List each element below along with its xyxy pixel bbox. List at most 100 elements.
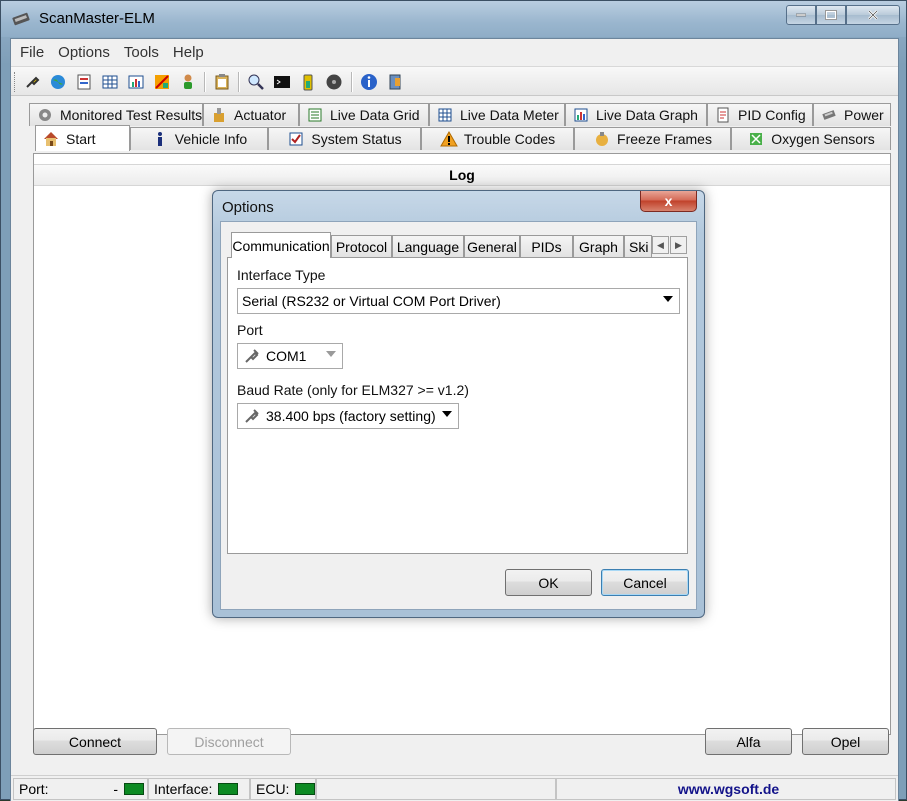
disconnect-button[interactable]: Disconnect xyxy=(167,728,291,755)
person-icon[interactable] xyxy=(177,71,199,93)
tab-label: Vehicle Info xyxy=(174,131,248,147)
website-link[interactable]: www.wgsoft.de xyxy=(678,781,779,797)
menu-options[interactable]: Options xyxy=(51,44,117,61)
dialog-tab-language[interactable]: Language xyxy=(392,235,464,257)
tab-label: Trouble Codes xyxy=(463,131,556,147)
tab-oxygen-sensors[interactable]: Oxygen Sensors xyxy=(731,127,891,150)
menu-file[interactable]: File xyxy=(11,44,51,61)
tab-label: Live Data Grid xyxy=(330,107,420,123)
opel-button[interactable]: Opel xyxy=(802,728,889,755)
tab-monitored-test-results[interactable]: Monitored Test Results xyxy=(29,103,203,126)
app-icon xyxy=(11,11,33,27)
snapshot-icon xyxy=(593,130,611,148)
cancel-button[interactable]: Cancel xyxy=(601,569,689,596)
status-ecu-label: ECU: xyxy=(256,781,290,797)
globe-icon[interactable] xyxy=(47,71,69,93)
options-dialog: Options x Communication Protocol Languag… xyxy=(212,190,705,618)
chart-icon[interactable] xyxy=(125,71,147,93)
dialog-tab-graph[interactable]: Graph xyxy=(573,235,624,257)
disc-icon[interactable] xyxy=(323,71,345,93)
toolbar-separator xyxy=(204,72,205,92)
baud-rate-label: Baud Rate (only for ELM327 >= v1.2) xyxy=(237,382,469,398)
info-icon xyxy=(151,130,169,148)
maximize-button[interactable] xyxy=(816,5,846,25)
communication-page: Interface Type Serial (RS232 or Virtual … xyxy=(227,257,688,554)
ecu-led xyxy=(295,783,315,795)
interface-type-select[interactable]: Serial (RS232 or Virtual COM Port Driver… xyxy=(237,288,680,314)
tab-system-status[interactable]: System Status xyxy=(268,127,421,150)
exit-icon[interactable] xyxy=(384,71,406,93)
report-icon[interactable] xyxy=(73,71,95,93)
dialog-tab-communication[interactable]: Communication xyxy=(231,232,331,258)
home-icon xyxy=(42,130,60,148)
minimize-button[interactable] xyxy=(786,5,816,25)
connect-plug-icon[interactable] xyxy=(21,71,43,93)
tab-live-data-graph[interactable]: Live Data Graph xyxy=(565,103,707,126)
tab-pid-config[interactable]: PID Config xyxy=(707,103,813,126)
battery-icon[interactable] xyxy=(297,71,319,93)
dialog-close-button[interactable]: x xyxy=(640,191,697,212)
doc-icon xyxy=(714,106,732,124)
title-bar: ScanMaster-ELM xyxy=(1,1,906,37)
tab-scroll-right-icon[interactable]: ▶ xyxy=(670,236,687,254)
status-interface: Interface: xyxy=(148,778,250,800)
dialog-tab-general[interactable]: General xyxy=(464,235,520,257)
status-url-cell: www.wgsoft.de xyxy=(556,778,896,800)
status-port-label: Port: xyxy=(19,781,49,797)
sensors-icon[interactable] xyxy=(151,71,173,93)
tab-scroll-left-icon[interactable]: ◀ xyxy=(652,236,669,254)
close-window-button[interactable] xyxy=(846,5,900,25)
ok-button[interactable]: OK xyxy=(505,569,592,596)
dialog-tab-skin[interactable]: Ski xyxy=(624,235,652,257)
baud-rate-select[interactable]: 38.400 bps (factory setting) xyxy=(237,403,459,429)
tab-label: Power xyxy=(844,107,884,123)
info-icon[interactable] xyxy=(358,71,380,93)
status-ecu: ECU: xyxy=(250,778,316,800)
dialog-body: Communication Protocol Language General … xyxy=(220,221,697,610)
grid-icon[interactable] xyxy=(99,71,121,93)
dialog-tab-protocol[interactable]: Protocol xyxy=(331,235,392,257)
chevron-down-icon xyxy=(326,351,336,357)
port-label: Port xyxy=(237,322,263,338)
tab-power[interactable]: Power xyxy=(813,103,891,126)
dialog-tab-pids[interactable]: PIDs xyxy=(520,235,573,257)
tab-live-data-meter[interactable]: Live Data Meter xyxy=(429,103,565,126)
tab-start[interactable]: Start xyxy=(35,125,130,151)
menu-tools[interactable]: Tools xyxy=(117,44,166,61)
main-tabs: Monitored Test Results Actuator Live Dat… xyxy=(11,103,898,153)
warning-icon xyxy=(439,130,458,148)
tab-label: System Status xyxy=(311,131,402,147)
search-icon[interactable] xyxy=(245,71,267,93)
menu-help[interactable]: Help xyxy=(166,44,211,61)
tab-label: PID Config xyxy=(738,107,806,123)
tab-label: Oxygen Sensors xyxy=(771,131,875,147)
window-title: ScanMaster-ELM xyxy=(39,10,155,27)
chevron-down-icon xyxy=(442,411,452,417)
connect-button[interactable]: Connect xyxy=(33,728,157,755)
checkbox-icon xyxy=(287,130,305,148)
actuator-icon xyxy=(210,106,228,124)
list-icon xyxy=(306,106,324,124)
tab-freeze-frames[interactable]: Freeze Frames xyxy=(574,127,731,150)
chip-icon xyxy=(820,106,838,124)
interface-type-label: Interface Type xyxy=(237,267,326,283)
tab-trouble-codes[interactable]: Trouble Codes xyxy=(421,127,574,150)
interface-led xyxy=(218,783,239,795)
tab-label: Start xyxy=(66,130,96,147)
gear-icon xyxy=(36,106,54,124)
plug-icon xyxy=(242,346,262,366)
terminal-icon[interactable] xyxy=(271,71,293,93)
chevron-down-icon xyxy=(663,296,673,302)
status-empty xyxy=(316,778,556,800)
tab-actuator[interactable]: Actuator xyxy=(203,103,299,126)
clipboard-icon[interactable] xyxy=(211,71,233,93)
dialog-title: Options xyxy=(222,199,274,216)
menu-bar: File Options Tools Help xyxy=(11,39,898,65)
baud-rate-value: 38.400 bps (factory setting) xyxy=(266,408,436,424)
tab-vehicle-info[interactable]: Vehicle Info xyxy=(130,127,268,150)
port-select[interactable]: COM1 xyxy=(237,343,343,369)
tab-live-data-grid[interactable]: Live Data Grid xyxy=(299,103,429,126)
alfa-button[interactable]: Alfa xyxy=(705,728,792,755)
graph-icon xyxy=(572,106,590,124)
tab-label: Freeze Frames xyxy=(617,131,712,147)
